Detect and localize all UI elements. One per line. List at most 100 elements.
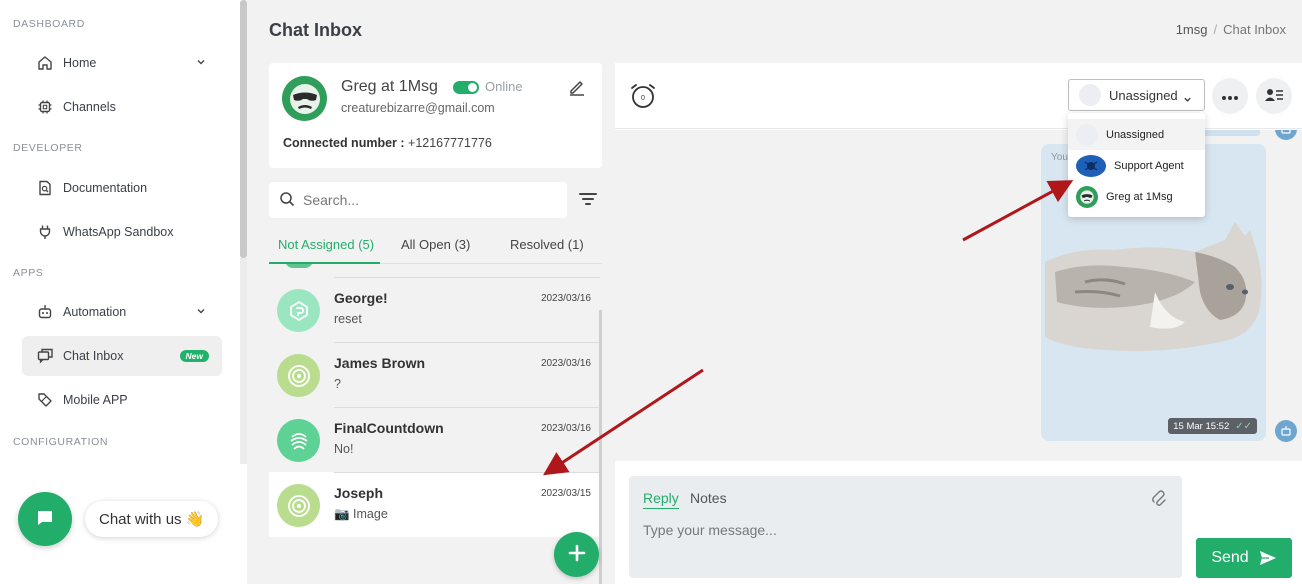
chip-icon	[36, 98, 54, 116]
chat-widget-button[interactable]	[18, 492, 72, 546]
connected-number: Connected number : +12167771776	[283, 136, 492, 150]
assignee-option-support-agent[interactable]: Support Agent	[1068, 150, 1205, 181]
section-label-developer: DEVELOPER	[13, 142, 83, 154]
avatar	[277, 289, 320, 332]
section-label-apps: APPS	[13, 267, 44, 279]
filter-icon[interactable]	[578, 191, 598, 210]
conversation-item[interactable]: FinalCountdown No! 2023/03/16	[269, 407, 600, 472]
message-input[interactable]	[643, 522, 1163, 538]
page-title: Chat Inbox	[269, 20, 362, 40]
assignee-option-greg[interactable]: Greg at 1Msg	[1068, 181, 1205, 212]
robot-icon	[36, 303, 54, 321]
sidebar-item-label: WhatsApp Sandbox	[63, 225, 174, 239]
avatar	[1076, 185, 1098, 208]
chat-widget-label[interactable]: Chat with us 👋	[85, 501, 219, 537]
home-icon	[36, 54, 54, 72]
alarm-clock-icon[interactable]: 0	[629, 82, 657, 113]
conversation-item[interactable]: George! reset 2023/03/16	[269, 277, 600, 342]
tab-all-open[interactable]: All Open (3)	[401, 237, 470, 252]
contact-info-button[interactable]	[1256, 78, 1292, 114]
cat-image[interactable]	[1045, 222, 1263, 370]
assignee-select[interactable]: Unassigned	[1068, 79, 1205, 111]
sidebar-item-automation[interactable]: Automation	[22, 292, 222, 332]
assignee-option-unassigned[interactable]: Unassigned	[1068, 119, 1205, 150]
chevron-down-icon	[196, 305, 206, 319]
sidebar-scrollbar[interactable]	[240, 0, 247, 258]
conversation-item[interactable]: James Brown ? 2023/03/16	[269, 342, 600, 407]
more-options-button[interactable]	[1212, 78, 1248, 114]
section-label-configuration: CONFIGURATION	[13, 436, 109, 448]
contact-card-icon	[1264, 87, 1284, 106]
conversation-preview: ?	[334, 377, 341, 391]
document-search-icon	[36, 179, 54, 197]
new-badge: New	[179, 350, 209, 362]
tab-not-assigned[interactable]: Not Assigned (5)	[278, 237, 374, 252]
conversation-list: George! reset 2023/03/16 James Brown ? 2…	[269, 264, 600, 537]
avatar	[282, 76, 327, 121]
conversation-date: 2023/03/15	[540, 488, 591, 499]
avatar	[277, 354, 320, 397]
chat-icon	[35, 508, 55, 531]
search-box	[269, 182, 567, 218]
send-icon	[1259, 551, 1276, 565]
sidebar-item-mobile-app[interactable]: Mobile APP	[22, 380, 222, 420]
conversation-preview: reset	[334, 312, 362, 326]
sidebar-item-label: Documentation	[63, 181, 148, 195]
sidebar-item-label: Home	[63, 56, 97, 70]
tab-reply[interactable]: Reply	[643, 490, 679, 509]
send-button[interactable]: Send	[1196, 538, 1292, 578]
robot-icon	[1275, 420, 1297, 442]
conversation-list-scrollbar[interactable]	[599, 310, 602, 584]
conversation-name: James Brown	[334, 355, 426, 371]
avatar	[277, 484, 320, 527]
search-icon	[279, 191, 295, 210]
profile-email: creaturebizarre@gmail.com	[341, 101, 495, 115]
more-dots-icon	[1221, 89, 1239, 104]
conversation-preview: No!	[334, 442, 354, 456]
connected-number-value: +12167771776	[408, 136, 492, 150]
sidebar-item-label: Automation	[63, 305, 127, 319]
plug-icon	[36, 223, 54, 241]
sidebar-item-chat-inbox[interactable]: Chat Inbox New	[22, 336, 222, 376]
sidebar-item-label: Mobile APP	[63, 393, 128, 407]
search-input[interactable]	[303, 192, 543, 208]
conversation-preview: 📷 Image	[334, 507, 388, 521]
breadcrumb: 1msg / Chat Inbox	[1175, 22, 1286, 37]
tab-notes[interactable]: Notes	[690, 490, 727, 506]
send-label: Send	[1211, 549, 1249, 566]
sidebar-item-label: Channels	[63, 100, 116, 114]
robot-icon	[1275, 130, 1297, 140]
tab-resolved[interactable]: Resolved (1)	[510, 237, 584, 252]
assignee-avatar	[1079, 84, 1101, 106]
breadcrumb-current: Chat Inbox	[1223, 22, 1286, 37]
avatar	[1076, 154, 1106, 177]
partial-avatar	[285, 264, 313, 268]
conversation-name: George!	[334, 290, 388, 306]
read-ticks-icon: ✓✓	[1235, 420, 1252, 432]
sidebar-scroll-track	[240, 258, 247, 464]
profile-card: Greg at 1Msg Online creaturebizarre@gmai…	[269, 63, 602, 168]
conversation-name: Joseph	[334, 485, 384, 501]
online-toggle[interactable]	[453, 81, 479, 94]
new-conversation-button[interactable]	[554, 532, 599, 577]
message-time-text: 15 Mar 15:52	[1173, 420, 1230, 432]
svg-text:0: 0	[641, 95, 645, 102]
breadcrumb-root[interactable]: 1msg	[1176, 22, 1208, 37]
paperclip-icon[interactable]	[1152, 490, 1166, 511]
plus-icon	[568, 544, 586, 565]
avatar	[277, 419, 320, 462]
chevron-down-icon	[1183, 92, 1192, 107]
assignee-value: Unassigned	[1109, 87, 1178, 103]
sidebar-item-documentation[interactable]: Documentation	[22, 168, 222, 208]
conversation-item[interactable]: Joseph 📷 Image 2023/03/15	[269, 472, 600, 537]
assignee-dropdown: Unassigned Support Agent Greg at 1Msg	[1068, 113, 1205, 217]
conversation-name: FinalCountdown	[334, 420, 444, 436]
message-sender: You	[1051, 152, 1068, 163]
edit-icon[interactable]	[568, 78, 586, 99]
sidebar-item-channels[interactable]: Channels	[22, 87, 222, 127]
section-label-dashboard: DASHBOARD	[13, 18, 85, 30]
conversation-date: 2023/03/16	[540, 293, 591, 304]
profile-name: Greg at 1Msg	[341, 78, 438, 95]
sidebar-item-whatsapp-sandbox[interactable]: WhatsApp Sandbox	[22, 212, 222, 252]
sidebar-item-home[interactable]: Home	[22, 43, 222, 83]
